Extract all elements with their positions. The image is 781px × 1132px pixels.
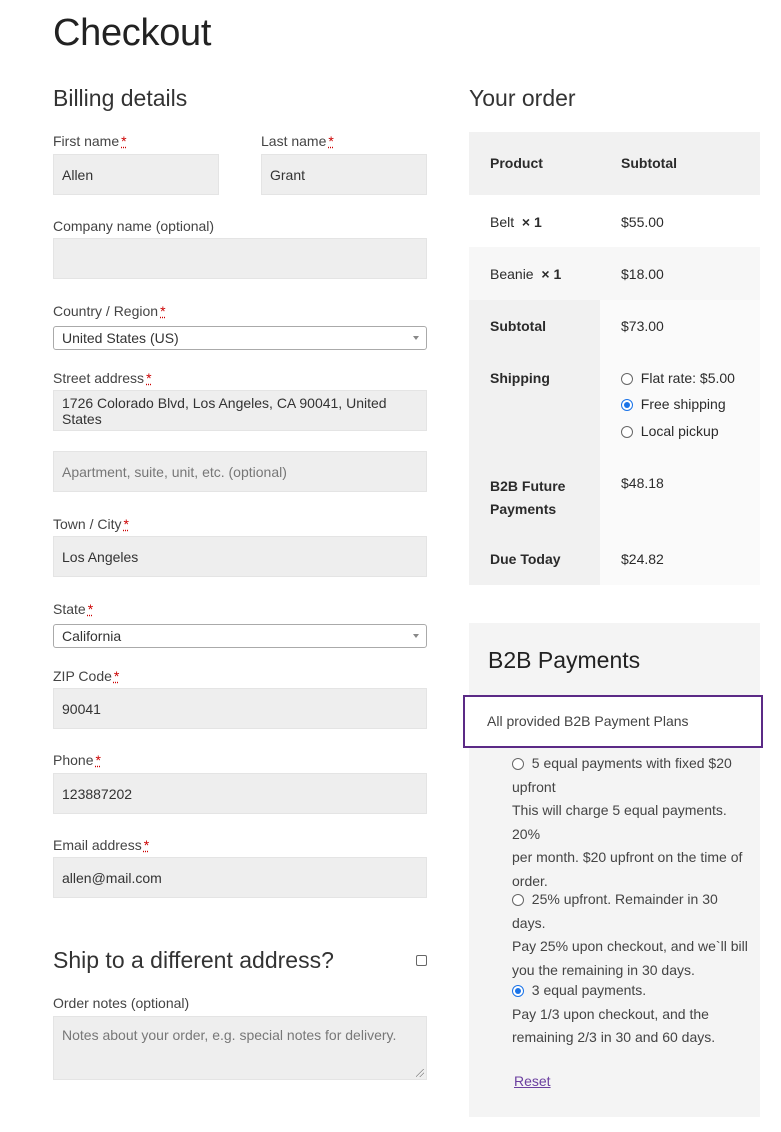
chevron-down-icon xyxy=(413,336,419,340)
order-item-qty: × 1 xyxy=(521,214,542,230)
b2b-plans-header: All provided B2B Payment Plans xyxy=(487,713,689,729)
country-selected-value: United States (US) xyxy=(62,330,179,346)
radio-button[interactable] xyxy=(621,426,633,439)
order-item-qty: × 1 xyxy=(541,266,562,282)
order-item-price: $18.00 xyxy=(621,266,664,282)
col-product-header: Product xyxy=(490,155,543,171)
apartment-field[interactable]: Apartment, suite, unit, etc. (optional) xyxy=(53,451,427,492)
order-notes-placeholder: Notes about your order, e.g. special not… xyxy=(62,1027,397,1043)
shipping-option-local-pickup[interactable]: Local pickup xyxy=(621,423,719,439)
last-name-field[interactable]: Grant xyxy=(261,154,427,195)
b2b-plans-header-box: All provided B2B Payment Plans xyxy=(463,695,763,748)
order-table: Product Subtotal Belt × 1 $55.00 Beanie … xyxy=(469,132,760,585)
order-item-name: Beanie × 1 xyxy=(490,266,562,282)
shipping-option-flat-rate[interactable]: Flat rate: $5.00 xyxy=(621,370,735,386)
due-today-value: $24.82 xyxy=(621,551,664,567)
phone-label: Phone * xyxy=(53,752,101,768)
street-field[interactable]: 1726 Colorado Blvd, Los Angeles, CA 9004… xyxy=(53,390,427,431)
radio-button[interactable] xyxy=(512,985,524,998)
order-totals-label-column xyxy=(469,300,600,585)
company-field[interactable] xyxy=(53,238,427,279)
radio-button[interactable] xyxy=(621,373,633,386)
shipping-option-free[interactable]: Free shipping xyxy=(621,396,726,412)
ship-different-checkbox[interactable] xyxy=(416,955,427,966)
zip-field[interactable]: 90041 xyxy=(53,688,427,729)
country-select[interactable]: United States (US) xyxy=(53,326,427,350)
order-item-name: Belt × 1 xyxy=(490,214,542,230)
ship-different-heading: Ship to a different address? xyxy=(53,947,334,973)
zip-label: ZIP Code * xyxy=(53,668,120,684)
city-label: Town / City * xyxy=(53,516,129,532)
b2b-heading: B2B Payments xyxy=(488,647,641,673)
radio-button[interactable] xyxy=(621,399,633,412)
page-title: Checkout xyxy=(53,12,212,54)
subtotal-value: $73.00 xyxy=(621,318,664,334)
last-name-label: Last name * xyxy=(261,133,334,149)
reset-link[interactable]: Reset xyxy=(514,1073,551,1089)
state-label: State * xyxy=(53,601,94,617)
b2b-plan-option[interactable]: 25% upfront. Remainder in 30 days. Pay 2… xyxy=(512,888,752,982)
phone-field[interactable]: 123887202 xyxy=(53,773,427,814)
chevron-down-icon xyxy=(413,634,419,638)
b2b-future-payments-label: B2B Future Payments xyxy=(490,478,566,517)
due-today-label: Due Today xyxy=(490,551,561,567)
radio-button[interactable] xyxy=(512,894,524,907)
state-select[interactable]: California xyxy=(53,624,427,648)
company-label: Company name (optional) xyxy=(53,218,215,234)
subtotal-label: Subtotal xyxy=(490,318,546,334)
order-totals-value-column xyxy=(600,300,760,585)
email-label: Email address * xyxy=(53,837,150,853)
city-field[interactable]: Los Angeles xyxy=(53,536,427,577)
order-notes-textarea[interactable]: Notes about your order, e.g. special not… xyxy=(53,1016,427,1080)
billing-heading: Billing details xyxy=(53,85,188,111)
resize-handle-icon[interactable] xyxy=(416,1069,424,1077)
radio-button[interactable] xyxy=(512,758,524,771)
order-heading: Your order xyxy=(469,85,576,111)
first-name-label: First name * xyxy=(53,133,127,149)
order-item-price: $55.00 xyxy=(621,214,664,230)
first-name-field[interactable]: Allen xyxy=(53,154,219,195)
b2b-plan-option[interactable]: 5 equal payments with fixed $20 upfront … xyxy=(512,752,752,893)
b2b-plan-option[interactable]: 3 equal payments. Pay 1/3 upon checkout,… xyxy=(512,979,752,1050)
col-subtotal-header: Subtotal xyxy=(621,155,677,171)
shipping-label: Shipping xyxy=(490,370,550,386)
state-selected-value: California xyxy=(62,628,122,644)
country-label: Country / Region * xyxy=(53,303,166,319)
order-notes-label: Order notes (optional) xyxy=(53,995,190,1011)
street-label: Street address * xyxy=(53,370,152,386)
email-field[interactable]: allen@mail.com xyxy=(53,857,427,898)
b2b-future-payments-value: $48.18 xyxy=(621,475,664,491)
